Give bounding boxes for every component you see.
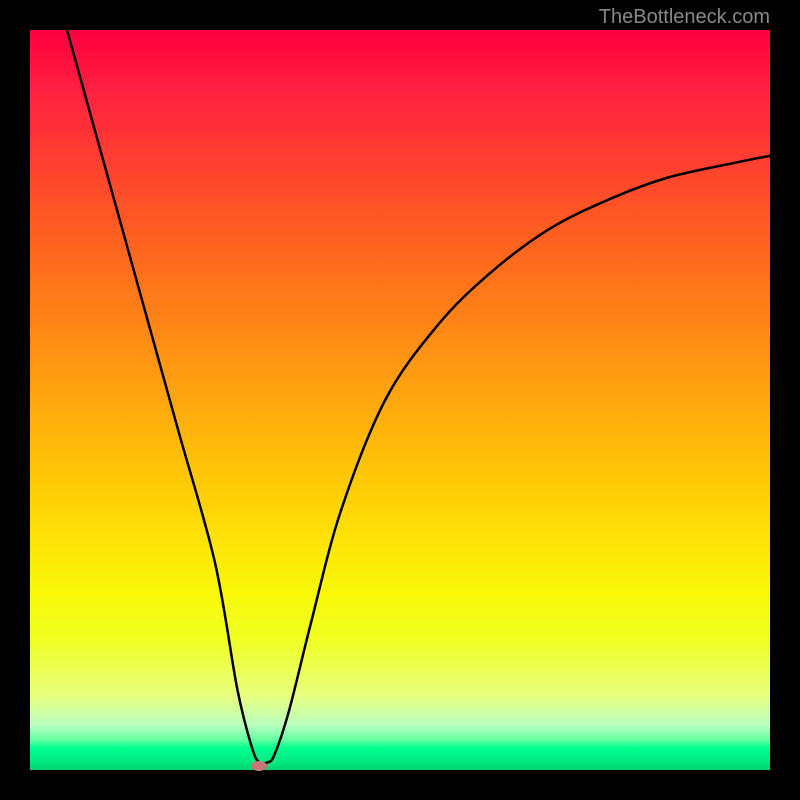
watermark-text: TheBottleneck.com	[599, 6, 770, 29]
plot-area	[30, 30, 770, 770]
chart-container: TheBottleneck.com	[0, 0, 800, 800]
minimum-marker	[251, 761, 267, 771]
bottleneck-curve	[67, 30, 770, 764]
curve-svg	[30, 30, 770, 770]
